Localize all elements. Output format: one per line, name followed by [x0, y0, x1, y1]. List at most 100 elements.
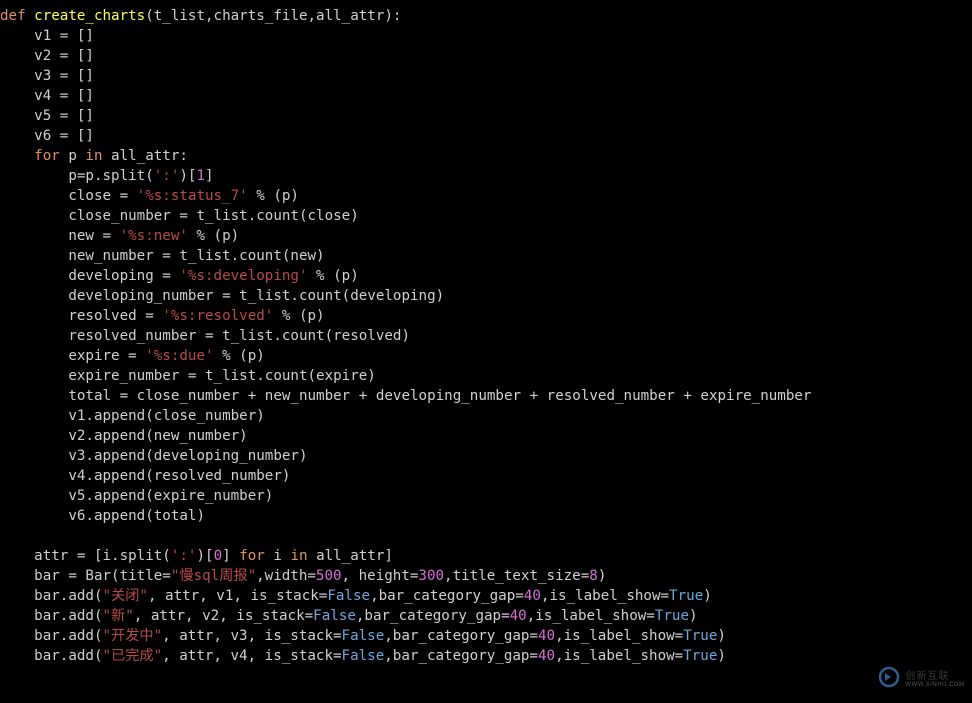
- code-token: % (p): [214, 348, 265, 364]
- code-token: ): [689, 608, 698, 624]
- code-token: % (p): [248, 188, 299, 204]
- code-token: , attr, v3, is_stack=: [162, 628, 341, 644]
- code-token: ,is_label_show=: [555, 648, 683, 664]
- code-token: bar = Bar(title=: [0, 568, 171, 584]
- code-token: % (p): [273, 308, 324, 324]
- code-token: "已完成": [103, 648, 163, 664]
- code-token: v3 = []: [0, 68, 94, 84]
- code-token: bar.add(: [0, 608, 103, 624]
- code-token: )[: [196, 548, 213, 564]
- code-token: )[: [179, 168, 196, 184]
- code-token: ,is_label_show=: [527, 608, 655, 624]
- code-token: [0, 148, 34, 164]
- code-token: ): [717, 648, 726, 664]
- code-token: , height=: [342, 568, 419, 584]
- code-token: ,width=: [256, 568, 316, 584]
- code-token: v1 = []: [0, 28, 94, 44]
- code-token: v6 = []: [0, 128, 94, 144]
- code-token: 500: [316, 568, 342, 584]
- code-token: '%s:new': [120, 228, 188, 244]
- code-token: resolved =: [0, 308, 162, 324]
- code-token: expire =: [0, 348, 145, 364]
- code-token: create_charts: [34, 8, 145, 24]
- code-token: % (p): [308, 268, 359, 284]
- code-token: False: [313, 608, 356, 624]
- code-token: ':': [154, 168, 180, 184]
- code-token: developing_number = t_list.count(develop…: [0, 288, 444, 304]
- code-token: , attr, v2, is_stack=: [134, 608, 313, 624]
- code-token: False: [342, 648, 385, 664]
- watermark-logo-icon: [877, 665, 901, 689]
- code-token: False: [327, 588, 370, 604]
- code-token: all_attr:: [103, 148, 188, 164]
- code-token: bar.add(: [0, 648, 103, 664]
- code-token: new_number = t_list.count(new): [0, 248, 325, 264]
- code-token: v4.append(resolved_number): [0, 468, 290, 484]
- code-token: '%s:status_7': [137, 188, 248, 204]
- code-token: resolved_number = t_list.count(resolved): [0, 328, 410, 344]
- code-token: ): [703, 588, 712, 604]
- code-token: True: [655, 608, 689, 624]
- code-token: p=p.split(: [0, 168, 154, 184]
- code-token: ,bar_category_gap=: [384, 628, 538, 644]
- code-token: ,bar_category_gap=: [370, 588, 524, 604]
- code-token: v1.append(close_number): [0, 408, 265, 424]
- code-token: v2 = []: [0, 48, 94, 64]
- code-token: v4 = []: [0, 88, 94, 104]
- code-token: '%s:resolved': [162, 308, 273, 324]
- code-token: 1: [196, 168, 205, 184]
- code-token: '%s:developing': [179, 268, 307, 284]
- code-token: "开发中": [103, 628, 163, 644]
- code-token: all_attr]: [308, 548, 393, 564]
- code-token: p: [60, 148, 86, 164]
- code-token: ,bar_category_gap=: [384, 648, 538, 664]
- code-token: in: [85, 148, 102, 164]
- code-token: ,is_label_show=: [541, 588, 669, 604]
- code-token: for: [239, 548, 265, 564]
- code-token: '%s:due': [145, 348, 213, 364]
- code-token: 0: [214, 548, 223, 564]
- code-token: ,title_text_size=: [444, 568, 589, 584]
- code-token: 40: [538, 648, 555, 664]
- code-token: , attr, v4, is_stack=: [162, 648, 341, 664]
- code-token: True: [683, 648, 717, 664]
- code-token: i: [265, 548, 291, 564]
- watermark-subtext: WWW.XINHU.COM: [905, 682, 964, 688]
- code-token: ): [598, 568, 607, 584]
- code-token: attr = [i.split(: [0, 548, 171, 564]
- code-token: 8: [589, 568, 598, 584]
- code-token: new =: [0, 228, 120, 244]
- code-token: 40: [510, 608, 527, 624]
- code-block: def create_charts(t_list,charts_file,all…: [0, 0, 972, 666]
- code-token: 40: [538, 628, 555, 644]
- code-token: "慢sql周报": [171, 568, 256, 584]
- code-token: True: [669, 588, 703, 604]
- code-token: close_number = t_list.count(close): [0, 208, 359, 224]
- code-token: close =: [0, 188, 137, 204]
- code-token: in: [290, 548, 307, 564]
- code-token: , attr, v1, is_stack=: [148, 588, 327, 604]
- code-token: v2.append(new_number): [0, 428, 248, 444]
- code-token: ]: [222, 548, 239, 564]
- code-token: ,bar_category_gap=: [356, 608, 510, 624]
- code-token: v5 = []: [0, 108, 94, 124]
- code-token: % (p): [188, 228, 239, 244]
- code-token: bar.add(: [0, 628, 103, 644]
- code-token: expire_number = t_list.count(expire): [0, 368, 376, 384]
- code-token: v6.append(total): [0, 508, 205, 524]
- code-token: True: [683, 628, 717, 644]
- code-token: "关闭": [103, 588, 148, 604]
- code-token: "新": [103, 608, 134, 624]
- code-token: total = close_number + new_number + deve…: [0, 388, 811, 404]
- code-token: ':': [171, 548, 197, 564]
- code-token: 40: [524, 588, 541, 604]
- code-token: False: [342, 628, 385, 644]
- code-token: def: [0, 8, 34, 24]
- code-token: v3.append(developing_number): [0, 448, 308, 464]
- code-token: ,is_label_show=: [555, 628, 683, 644]
- code-token: 300: [418, 568, 444, 584]
- code-token: ]: [205, 168, 214, 184]
- code-token: developing =: [0, 268, 179, 284]
- watermark-text: 创新互联: [905, 667, 964, 682]
- code-token: v5.append(expire_number): [0, 488, 273, 504]
